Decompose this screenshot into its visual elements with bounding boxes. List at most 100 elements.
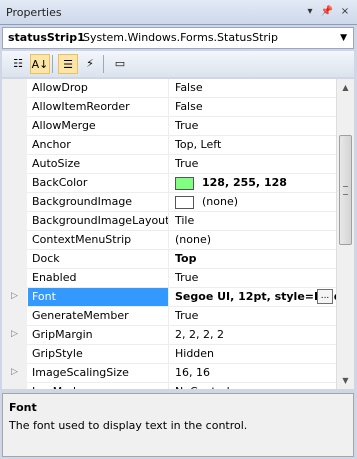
property-name[interactable]: Anchor (28, 136, 169, 154)
row-margin (2, 231, 27, 250)
property-value[interactable]: True (170, 117, 336, 135)
property-row-allowitemreorder[interactable]: AllowItemReorder False (2, 98, 336, 117)
row-margin (2, 307, 27, 326)
property-name[interactable]: ContextMenuStrip (28, 231, 169, 249)
properties-window: Properties ▾ 📌 × statusStrip1 System.Win… (0, 0, 357, 459)
property-row-allowdrop[interactable]: AllowDrop False (2, 79, 336, 98)
property-name[interactable]: BackgroundImage (28, 193, 169, 211)
auto-hide-pin-icon[interactable]: 📌 (320, 5, 334, 19)
toolbar-separator (52, 55, 53, 73)
property-value[interactable]: Top (170, 250, 336, 268)
property-name[interactable]: GripMargin (28, 326, 169, 344)
property-value-text: Top (175, 252, 197, 265)
row-margin (2, 155, 27, 174)
property-value-text: Segoe UI, 12pt, style=Bold (175, 290, 336, 303)
property-value[interactable]: (none) (170, 193, 336, 211)
title-bar[interactable]: Properties ▾ 📌 × (0, 0, 357, 25)
property-row-backgroundimagelayout[interactable]: BackgroundImageLayout Tile (2, 212, 336, 231)
scroll-thumb[interactable] (339, 135, 352, 245)
property-value[interactable]: Hidden (170, 345, 336, 363)
property-name[interactable]: Font (28, 288, 169, 306)
property-name[interactable]: GripStyle (28, 345, 169, 363)
property-value[interactable]: 16, 16 (170, 364, 336, 382)
property-value[interactable]: False (170, 79, 336, 97)
categorized-icon[interactable]: ☷ (8, 54, 28, 74)
property-name[interactable]: BackgroundImageLayout (28, 212, 169, 230)
toolbar-separator (103, 55, 104, 73)
object-selector[interactable]: statusStrip1 System.Windows.Forms.Status… (2, 27, 354, 49)
property-value-text: (none) (175, 233, 212, 246)
window-position-dropdown-icon[interactable]: ▾ (303, 5, 317, 19)
property-name[interactable]: AutoSize (28, 155, 169, 173)
expand-icon[interactable]: ▷ (11, 291, 18, 301)
row-margin (2, 193, 27, 212)
property-value-text: 128, 255, 128 (202, 176, 287, 189)
property-value-text: 16, 16 (175, 366, 210, 379)
property-value-text: Tile (175, 214, 195, 227)
property-row-font[interactable]: ▷ Font Segoe UI, 12pt, style=Bold... (2, 288, 336, 307)
object-name: statusStrip1 (8, 31, 85, 44)
row-margin (2, 79, 27, 98)
property-name[interactable]: BackColor (28, 174, 169, 192)
description-panel: Font The font used to display text in th… (2, 393, 354, 457)
property-value[interactable]: Top, Left (170, 136, 336, 154)
properties-toolbar: ☷ A↓ ☰ ⚡ ▭ (2, 51, 354, 77)
property-name[interactable]: GenerateMember (28, 307, 169, 325)
property-value[interactable]: 2, 2, 2, 2 (170, 326, 336, 344)
property-value[interactable]: (none) (170, 231, 336, 249)
expand-icon[interactable]: ▷ (11, 329, 18, 339)
expand-icon[interactable]: ▷ (11, 367, 18, 377)
property-row-contextmenustrip[interactable]: ContextMenuStrip (none) (2, 231, 336, 250)
property-value[interactable]: False (170, 98, 336, 116)
property-row-dock[interactable]: Dock Top (2, 250, 336, 269)
property-name[interactable]: Dock (28, 250, 169, 268)
property-value[interactable]: True (170, 269, 336, 287)
property-value-text: Hidden (175, 347, 215, 360)
property-row-anchor[interactable]: Anchor Top, Left (2, 136, 336, 155)
vertical-scrollbar[interactable]: ▲ ▼ (336, 79, 354, 389)
property-value-text: 2, 2, 2, 2 (175, 328, 224, 341)
property-value[interactable]: True (170, 155, 336, 173)
property-row-gripmargin[interactable]: ▷ GripMargin 2, 2, 2, 2 (2, 326, 336, 345)
property-value[interactable]: Segoe UI, 12pt, style=Bold (170, 288, 336, 306)
property-name[interactable]: AllowMerge (28, 117, 169, 135)
property-value[interactable]: Tile (170, 212, 336, 230)
property-value-text: False (175, 81, 203, 94)
property-pages-icon[interactable]: ▭ (110, 54, 130, 74)
property-value-text: True (175, 157, 199, 170)
close-icon[interactable]: × (338, 5, 352, 19)
description-title: Font (9, 401, 37, 414)
property-row-backgroundimage[interactable]: BackgroundImage (none) (2, 193, 336, 212)
row-margin (2, 212, 27, 231)
row-margin (2, 136, 27, 155)
property-row-backcolor[interactable]: BackColor 128, 255, 128 (2, 174, 336, 193)
property-name[interactable]: AllowDrop (28, 79, 169, 97)
events-icon[interactable]: ⚡ (80, 54, 100, 74)
scroll-down-icon[interactable]: ▼ (337, 372, 354, 389)
property-row-enabled[interactable]: Enabled True (2, 269, 336, 288)
property-row-gripstyle[interactable]: GripStyle Hidden (2, 345, 336, 364)
chevron-down-icon[interactable]: ▼ (340, 33, 347, 43)
row-margin (2, 250, 27, 269)
row-margin (2, 174, 27, 193)
scroll-up-icon[interactable]: ▲ (337, 79, 354, 96)
property-row-generatemember[interactable]: GenerateMember True (2, 307, 336, 326)
property-value[interactable]: True (170, 307, 336, 325)
row-margin: ▷ (2, 364, 27, 383)
property-grid: AllowDrop False AllowItemReorder False Allow… (2, 79, 336, 389)
property-value-text: True (175, 309, 199, 322)
property-row-imagescalingsize[interactable]: ▷ ImageScalingSize 16, 16 (2, 364, 336, 383)
row-margin (2, 117, 27, 136)
properties-icon[interactable]: ☰ (58, 54, 78, 74)
row-margin (2, 98, 27, 117)
property-name[interactable]: ImageScalingSize (28, 364, 169, 382)
description-text: The font used to display text in the con… (9, 419, 248, 432)
ellipsis-button[interactable]: ... (317, 289, 333, 304)
property-row-allowmerge[interactable]: AllowMerge True (2, 117, 336, 136)
property-row-autosize[interactable]: AutoSize True (2, 155, 336, 174)
alphabetical-icon[interactable]: A↓ (30, 54, 50, 74)
property-value[interactable]: 128, 255, 128 (170, 174, 336, 192)
property-name[interactable]: AllowItemReorder (28, 98, 169, 116)
property-value-text: False (175, 100, 203, 113)
property-name[interactable]: Enabled (28, 269, 169, 287)
